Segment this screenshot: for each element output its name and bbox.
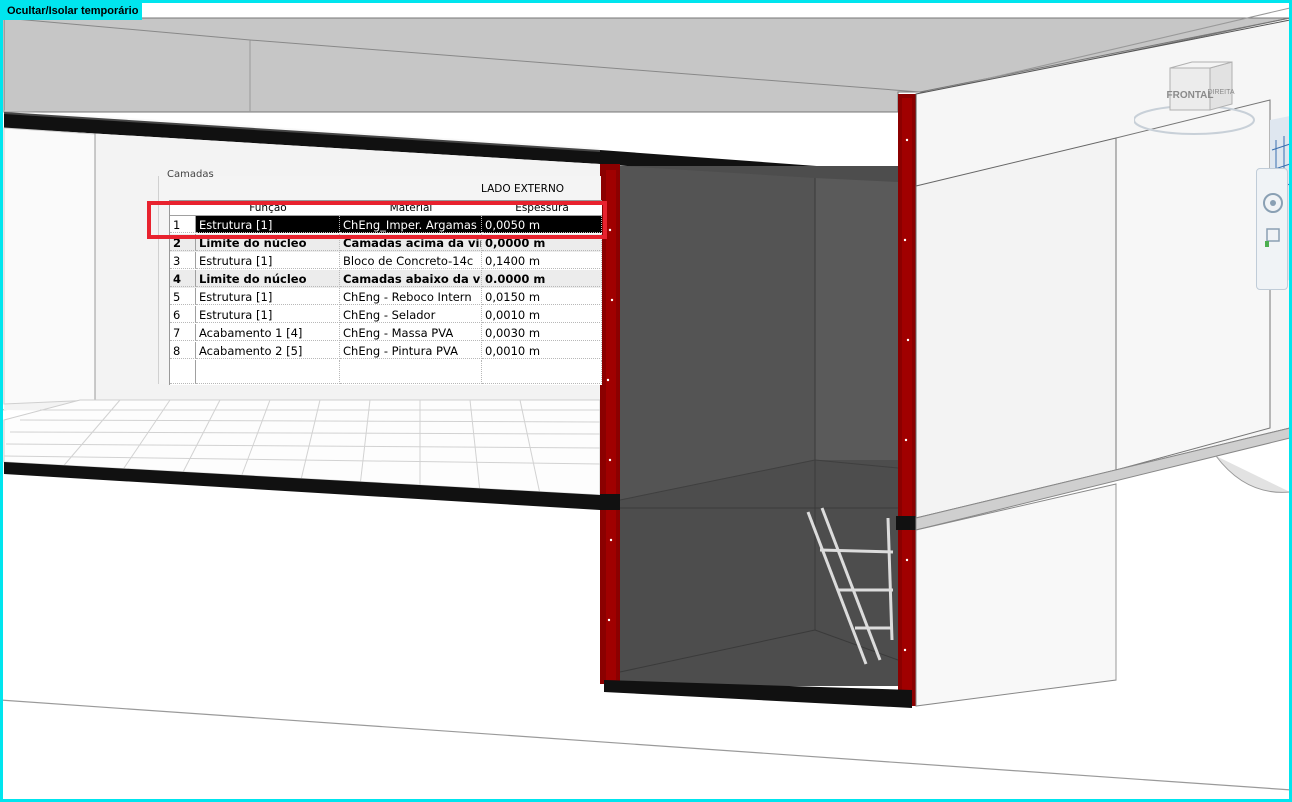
selection-highlight-box bbox=[147, 201, 607, 239]
function-cell[interactable]: Limite do núcleo bbox=[196, 270, 340, 287]
status-marker-icon bbox=[1265, 241, 1269, 247]
function-cell[interactable]: Estrutura [1] bbox=[196, 306, 340, 323]
revit-3d-viewport[interactable]: FRONTAL DIREITA Camadas LADO EXTERNO Fun… bbox=[0, 0, 1292, 802]
material-cell[interactable]: ChEng - Reboco Intern bbox=[340, 288, 482, 305]
row-number: 8 bbox=[170, 342, 196, 359]
function-cell[interactable]: Estrutura [1] bbox=[196, 288, 340, 305]
table-row-empty[interactable] bbox=[170, 360, 602, 384]
steering-wheel-icon bbox=[1263, 193, 1283, 213]
viewcube[interactable]: FRONTAL DIREITA bbox=[1133, 60, 1264, 140]
table-row[interactable]: 6 Estrutura [1] ChEng - Selador 0,0010 m bbox=[170, 306, 602, 324]
material-cell[interactable]: Camadas abaixo da virad bbox=[340, 270, 482, 287]
thickness-cell[interactable]: 0,0150 m bbox=[482, 288, 602, 305]
thickness-cell[interactable]: 0,1400 m bbox=[482, 252, 602, 269]
table-row[interactable]: 8 Acabamento 2 [5] ChEng - Pintura PVA 0… bbox=[170, 342, 602, 360]
function-cell[interactable]: Acabamento 1 [4] bbox=[196, 324, 340, 341]
exterior-side-label: LADO EXTERNO bbox=[481, 183, 565, 195]
table-row[interactable]: 7 Acabamento 1 [4] ChEng - Massa PVA 0,0… bbox=[170, 324, 602, 342]
thickness-cell[interactable]: 0,0030 m bbox=[482, 324, 602, 341]
panel-caption: Camadas bbox=[167, 169, 214, 180]
thickness-cell[interactable]: 0,0010 m bbox=[482, 342, 602, 359]
row-number: 4 bbox=[170, 270, 196, 287]
viewcube-side-label[interactable]: DIREITA bbox=[1207, 89, 1234, 96]
navigation-bar[interactable] bbox=[1256, 168, 1288, 290]
thickness-cell[interactable]: 0,0010 m bbox=[482, 306, 602, 323]
material-cell[interactable]: Bloco de Concreto-14c bbox=[340, 252, 482, 269]
row-number: 5 bbox=[170, 288, 196, 305]
zoom-icon bbox=[1266, 228, 1280, 242]
table-row[interactable]: 4 Limite do núcleo Camadas abaixo da vir… bbox=[170, 270, 602, 288]
thickness-cell[interactable]: 0.0000 m bbox=[482, 270, 602, 287]
table-row[interactable]: 5 Estrutura [1] ChEng - Reboco Intern 0,… bbox=[170, 288, 602, 306]
function-cell[interactable]: Acabamento 2 [5] bbox=[196, 342, 340, 359]
table-row[interactable]: 3 Estrutura [1] Bloco de Concreto-14c 0,… bbox=[170, 252, 602, 270]
material-cell[interactable]: ChEng - Pintura PVA bbox=[340, 342, 482, 359]
row-number: 7 bbox=[170, 324, 196, 341]
temporary-hide-isolate-label: Ocultar/Isolar temporário bbox=[3, 3, 143, 20]
function-cell[interactable]: Estrutura [1] bbox=[196, 252, 340, 269]
material-cell[interactable]: ChEng - Massa PVA bbox=[340, 324, 482, 341]
row-number: 6 bbox=[170, 306, 196, 323]
model-3d-scene[interactable] bbox=[0, 0, 1292, 802]
row-number: 3 bbox=[170, 252, 196, 269]
material-cell[interactable]: ChEng - Selador bbox=[340, 306, 482, 323]
